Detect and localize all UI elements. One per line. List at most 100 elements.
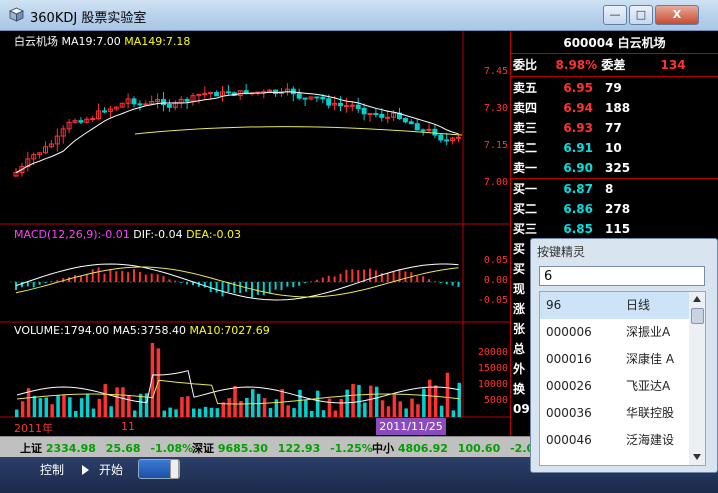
volume-bar: [374, 386, 379, 417]
ask-row[interactable]: 卖三 6.93 77: [513, 118, 659, 138]
scroll-thumb[interactable]: [691, 308, 704, 324]
ma10-label: MA10:7027.69: [189, 324, 270, 337]
volume-bar: [109, 406, 113, 417]
volume-bar: [91, 408, 96, 417]
volume-bar: [292, 408, 296, 417]
kline-chart-area[interactable]: 白云机场 MA19:7.00 MA149:7.18 7.45 7.30 7.15…: [0, 31, 511, 436]
candle: [96, 103, 102, 121]
candle: [125, 93, 131, 109]
ask-volume: 325: [605, 161, 631, 175]
volume-bar: [327, 398, 332, 417]
weibi-value: 8.98%: [555, 58, 598, 72]
candle: [349, 101, 355, 112]
app-window: 360KDJ 股票实验室 — □ X 白云机场 MA19:7.00 MA149:…: [0, 0, 718, 493]
volume-bar: [174, 409, 178, 417]
partial-row-label: 现: [513, 282, 526, 296]
volume-bar: [233, 386, 237, 417]
price-tick: 7.15: [483, 140, 508, 151]
close-button[interactable]: X: [655, 5, 699, 25]
price-tick: 7.30: [483, 103, 508, 114]
volume-bar: [227, 398, 231, 417]
bid-label: 买二: [513, 202, 538, 216]
candle: [166, 99, 172, 112]
volume-bar: [79, 398, 84, 417]
item-name: 华联控股: [626, 406, 675, 420]
ask-label: 卖三: [513, 121, 538, 135]
bid-label: 买三: [513, 222, 538, 236]
list-item[interactable]: 000046 泛海建设: [540, 427, 690, 454]
chart-stock-name: 白云机场: [14, 35, 58, 48]
minimize-button[interactable]: —: [603, 5, 627, 25]
volume-bar: [369, 385, 373, 417]
index-item[interactable]: 上证 2334.98 25.68 -1.08%: [20, 440, 193, 456]
index-change: 122.93: [277, 442, 321, 455]
volume-bar: [103, 384, 107, 417]
volume-bar: [392, 394, 397, 417]
candle: [48, 140, 54, 149]
candle: [355, 97, 361, 113]
volume-bar: [186, 396, 190, 417]
list-item[interactable]: 000006 深振业A: [540, 319, 690, 346]
bid-row[interactable]: 买二 6.86 278: [513, 199, 659, 219]
volume-bar: [97, 398, 102, 417]
divider: [511, 76, 718, 77]
volume-bar: [85, 393, 90, 417]
speed-slider-handle[interactable]: [170, 459, 179, 479]
candle: [361, 103, 367, 121]
ask-row[interactable]: 卖一 6.90 325: [513, 158, 659, 178]
bid-volume: 8: [605, 182, 614, 196]
list-item[interactable]: 000016 深康佳 A: [540, 346, 690, 373]
wizard-search-input[interactable]: 6: [539, 266, 705, 286]
dif-label: DIF:-0.04: [133, 228, 183, 241]
index-name: 深证: [192, 442, 214, 455]
candle: [60, 125, 66, 144]
ask-label: 卖二: [513, 141, 538, 155]
item-name: 深康佳 A: [626, 352, 675, 366]
volume-bar: [168, 407, 172, 417]
weicha-value: 134: [660, 58, 686, 72]
index-item[interactable]: 中小 4806.92 100.60 -2.04: [372, 440, 542, 456]
bid-price: 6.85: [563, 222, 593, 236]
ask-row[interactable]: 卖二 6.91 10: [513, 138, 659, 158]
candle: [302, 97, 308, 106]
index-item[interactable]: 深证 9685.30 122.93 -1.25%: [192, 440, 373, 456]
maximize-button[interactable]: □: [629, 5, 653, 25]
partial-row-label: 张: [513, 322, 526, 336]
partial-row-label: 换: [513, 382, 526, 396]
volume-bar: [127, 395, 131, 417]
list-item[interactable]: 96 日线: [540, 292, 690, 319]
weicha-label: 委差: [601, 58, 626, 72]
window-title: 360KDJ 股票实验室: [30, 11, 147, 26]
volume-bar: [209, 407, 214, 417]
ask-label: 卖四: [513, 101, 538, 115]
ma149-label: MA149:7.18: [124, 35, 191, 48]
candle: [131, 96, 137, 108]
ask-row[interactable]: 卖四 6.94 188: [513, 98, 659, 118]
list-item[interactable]: 000026 飞亚达A: [540, 373, 690, 400]
start-button[interactable]: 开始: [99, 461, 123, 478]
bid-row[interactable]: 买三 6.85 115: [513, 219, 659, 239]
partial-row-label: 外: [513, 362, 526, 376]
bid-volume: 115: [605, 222, 631, 236]
scroll-down-icon[interactable]: [693, 454, 701, 460]
item-code: 000016: [546, 352, 592, 366]
volume-bar: [315, 390, 320, 417]
candle: [284, 83, 290, 96]
scroll-up-icon[interactable]: [693, 296, 701, 302]
volume-bar: [286, 405, 290, 417]
candle: [107, 105, 113, 118]
volume-bar: [239, 400, 243, 417]
bid-row[interactable]: 买一 6.87 8: [513, 179, 659, 199]
candle: [438, 133, 444, 143]
list-item[interactable]: 000036 华联控股: [540, 400, 690, 427]
list-scrollbar[interactable]: [689, 291, 706, 466]
index-value: 2334.98: [45, 442, 96, 455]
control-menu[interactable]: 控制: [40, 461, 64, 478]
play-arrow-icon: [82, 465, 89, 475]
ask-volume: 77: [605, 121, 622, 135]
candle: [196, 93, 202, 104]
volume-bar: [380, 400, 385, 417]
ma149-line: [134, 126, 463, 136]
ask-row[interactable]: 卖五 6.95 79: [513, 78, 659, 98]
volume-bar: [56, 395, 60, 417]
